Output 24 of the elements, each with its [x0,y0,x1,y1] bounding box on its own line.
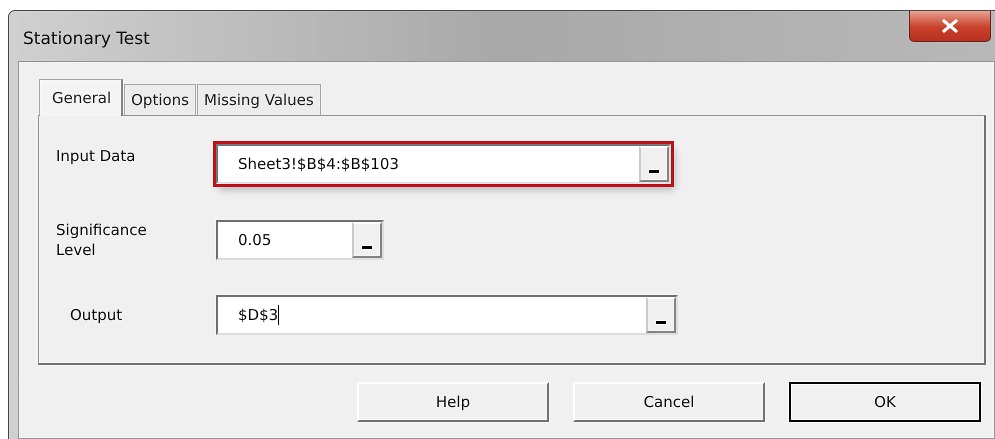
dash-icon [656,321,666,324]
browse-button[interactable] [646,297,676,333]
field-value: Sheet3!$B$4:$B$103 [237,155,399,173]
field-value: 0.05 [237,231,272,249]
close-icon [941,19,959,33]
input-field[interactable]: $D$3 [216,295,678,335]
input-field[interactable]: Sheet3!$B$4:$B$103 [216,144,671,184]
dash-icon [649,170,659,173]
field-label: Significance Level [55,220,148,260]
dialog-button[interactable]: Cancel [573,382,765,422]
close-button[interactable] [909,11,991,42]
browse-button[interactable] [639,146,669,182]
browse-button[interactable] [352,222,382,258]
dialog-button[interactable]: Help [357,382,549,422]
tab[interactable]: Options [124,84,196,115]
dash-icon [362,246,372,249]
tab[interactable]: General [39,79,124,116]
dialog-button[interactable]: OK [789,382,981,422]
tab[interactable]: Missing Values [197,84,321,115]
input-field[interactable]: 0.05 [216,220,384,260]
field-label: Output [69,304,124,326]
window-title: Stationary Test [23,29,150,49]
field-value: $D$3 [237,306,278,324]
field-label: Input Data [55,146,136,166]
